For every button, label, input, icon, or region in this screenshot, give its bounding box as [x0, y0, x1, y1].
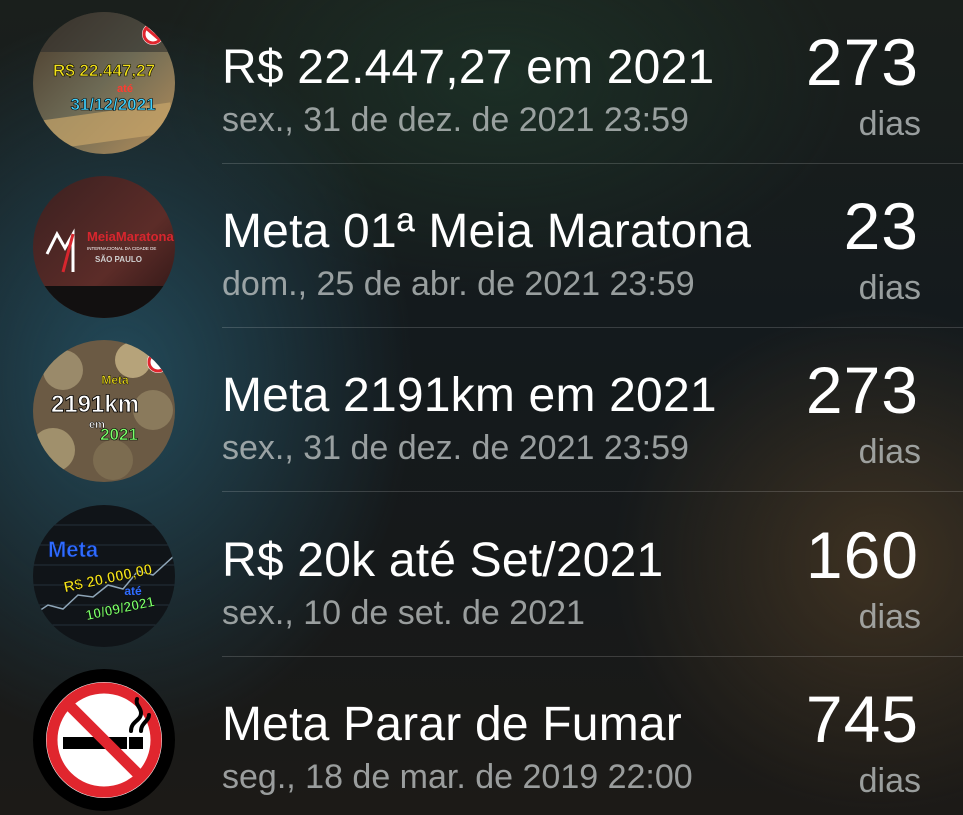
- savings-goal-chart-thumbnail-icon: Meta R$ 20.000,00 até 10/09/2021: [33, 505, 175, 647]
- goal-title: Meta Parar de Fumar: [222, 698, 682, 751]
- days-count: 23: [843, 189, 919, 263]
- goal-title: Meta 01ª Meia Maratona: [222, 205, 752, 258]
- days-unit: dias: [858, 269, 921, 307]
- km-goal-coins-thumbnail-icon: Meta 2191km em 2021: [33, 340, 175, 482]
- days-unit: dias: [858, 105, 921, 143]
- goal-row[interactable]: Meta 2191km em 2021 Meta 2191km em 2021 …: [0, 328, 963, 492]
- days-count: 745: [805, 682, 919, 756]
- thumb-text-year: 2021: [100, 425, 138, 444]
- no-smoking-icon: [33, 669, 175, 811]
- money-goal-thumbnail-icon: R$ 22.447,27 até 31/12/2021: [33, 12, 175, 154]
- goal-title: R$ 22.447,27 em 2021: [222, 41, 715, 94]
- goal-row[interactable]: Meta R$ 20.000,00 até 10/09/2021 R$ 20k …: [0, 493, 963, 657]
- goal-title: Meta 2191km em 2021: [222, 369, 717, 422]
- goal-date: sex., 31 de dez. de 2021 23:59: [222, 101, 689, 139]
- days-count: 273: [805, 353, 919, 427]
- goal-title: R$ 20k até Set/2021: [222, 534, 664, 587]
- goal-date: dom., 25 de abr. de 2021 23:59: [222, 265, 695, 303]
- days-unit: dias: [858, 762, 921, 800]
- thumb-text-meta: Meta: [48, 537, 99, 562]
- thumb-text-meta: Meta: [101, 373, 129, 387]
- days-unit: dias: [858, 433, 921, 471]
- half-marathon-logo-icon: MeiaMaratona INTERNACIONAL DA CIDADE DE …: [33, 176, 175, 318]
- thumb-text-city: SÃO PAULO: [95, 255, 142, 264]
- thumb-text-km: 2191km: [51, 391, 139, 418]
- thumb-text-brand: MeiaMaratona: [87, 229, 174, 244]
- goal-date: sex., 31 de dez. de 2021 23:59: [222, 429, 689, 467]
- goal-date: seg., 18 de mar. de 2019 22:00: [222, 758, 693, 796]
- goals-list: R$ 22.447,27 até 31/12/2021 R$ 22.447,27…: [0, 0, 963, 815]
- goal-date: sex., 10 de set. de 2021: [222, 594, 585, 632]
- row-divider: [222, 491, 963, 492]
- thumb-text-ate: até: [117, 83, 133, 95]
- thumb-text-date: 31/12/2021: [70, 95, 155, 114]
- days-count: 160: [805, 518, 919, 592]
- days-unit: dias: [858, 598, 921, 636]
- goal-row[interactable]: Meta Parar de Fumar seg., 18 de mar. de …: [0, 657, 963, 815]
- goal-row[interactable]: R$ 22.447,27 até 31/12/2021 R$ 22.447,27…: [0, 0, 963, 164]
- days-count: 273: [805, 25, 919, 99]
- thumb-text-subtitle: INTERNACIONAL DA CIDADE DE: [87, 246, 156, 251]
- goal-row[interactable]: MeiaMaratona INTERNACIONAL DA CIDADE DE …: [0, 164, 963, 328]
- thumb-text-amount: R$ 22.447,27: [53, 61, 155, 80]
